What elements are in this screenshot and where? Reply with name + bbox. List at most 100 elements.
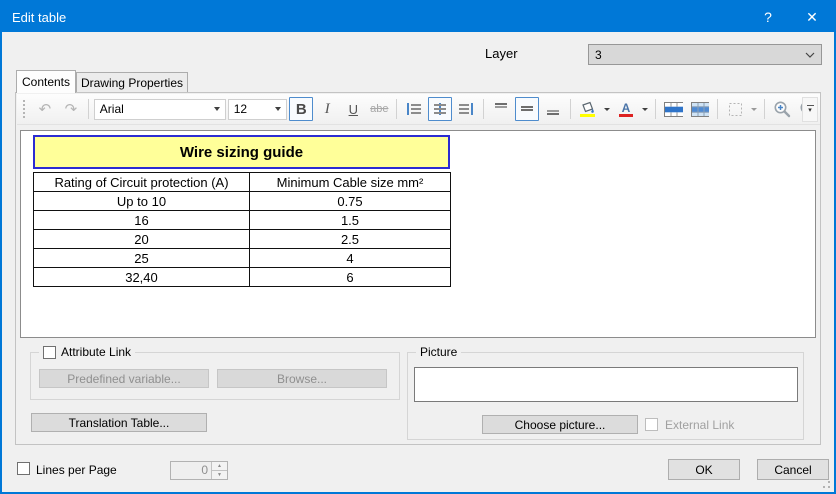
chevron-down-icon — [751, 108, 757, 111]
toolbar-separator — [396, 99, 397, 119]
font-size-select[interactable]: 12 — [228, 99, 288, 120]
align-right-icon — [458, 101, 474, 117]
toolbar-separator — [570, 99, 571, 119]
underline-button[interactable]: U — [341, 97, 365, 121]
table-edit-canvas[interactable]: Wire sizing guide Rating of Circuit prot… — [20, 130, 816, 338]
browse-button: Browse... — [217, 369, 387, 388]
redo-icon: ↷ — [65, 102, 78, 117]
align-left-icon — [406, 101, 422, 117]
tab-drawing-properties[interactable]: Drawing Properties — [76, 72, 188, 93]
table-cell[interactable]: 20 — [34, 230, 250, 249]
chevron-down-icon[interactable] — [604, 108, 610, 111]
table-cell[interactable]: 4 — [250, 249, 451, 268]
align-center-button[interactable] — [428, 97, 452, 121]
align-right-button[interactable] — [454, 97, 478, 121]
table-cell[interactable]: 25 — [34, 249, 250, 268]
table-cell[interactable]: 0.75 — [250, 192, 451, 211]
font-family-value: Arial — [95, 102, 211, 116]
chevron-down-icon — [275, 107, 281, 111]
table-cell[interactable]: 2.5 — [250, 230, 451, 249]
layer-value: 3 — [589, 48, 805, 62]
table-row: 20 2.5 — [34, 230, 451, 249]
wire-sizing-table: Rating of Circuit protection (A) Minimum… — [33, 172, 451, 287]
table-row: Up to 10 0.75 — [34, 192, 451, 211]
attribute-link-checkbox[interactable] — [43, 346, 56, 359]
italic-button[interactable]: I — [315, 97, 339, 121]
translation-table-button[interactable]: Translation Table... — [31, 413, 207, 432]
chevron-down-icon[interactable] — [642, 108, 648, 111]
attribute-link-group: Attribute Link Predefined variable... Br… — [30, 352, 400, 400]
attribute-link-label: Attribute Link — [61, 345, 131, 359]
picture-group: Picture Choose picture... External Link — [407, 352, 804, 440]
table-header-cell[interactable]: Minimum Cable size mm² — [250, 173, 451, 192]
align-left-button[interactable] — [402, 97, 426, 121]
toolbar-separator — [717, 99, 718, 119]
table-title-cell[interactable]: Wire sizing guide — [33, 135, 450, 169]
fill-color-button[interactable] — [576, 97, 600, 121]
choose-picture-button[interactable]: Choose picture... — [482, 415, 638, 434]
zoom-in-button[interactable] — [770, 97, 794, 121]
toolbar-grip[interactable] — [23, 100, 27, 118]
text-color-button[interactable]: A — [614, 97, 638, 121]
svg-text:A: A — [622, 101, 631, 115]
table-row: 16 1.5 — [34, 211, 451, 230]
redo-button: ↷ — [59, 97, 83, 121]
lines-per-page-checkbox[interactable] — [17, 462, 30, 475]
tab-contents-label: Contents — [22, 75, 70, 89]
toolbar-separator — [88, 99, 89, 119]
attribute-link-legend: Attribute Link — [39, 345, 135, 359]
undo-icon: ↶ — [39, 102, 52, 117]
external-link-checkbox — [645, 418, 658, 431]
borders-button — [723, 97, 747, 121]
table-cell[interactable]: 32,40 — [34, 268, 250, 287]
predefined-variable-button: Predefined variable... — [39, 369, 209, 388]
picture-label: Picture — [420, 345, 457, 359]
chevron-down-icon — [214, 107, 220, 111]
undo-button: ↶ — [33, 97, 57, 121]
toolbar-separator — [655, 99, 656, 119]
table-cell[interactable]: 16 — [34, 211, 250, 230]
valign-middle-icon — [519, 101, 535, 117]
tab-drawing-properties-label: Drawing Properties — [81, 76, 183, 90]
toolbar-separator — [764, 99, 765, 119]
table-row: 32,40 6 — [34, 268, 451, 287]
layer-select[interactable]: 3 — [588, 44, 822, 65]
merge-cells-button[interactable] — [661, 97, 686, 121]
borders-icon — [728, 102, 743, 117]
picture-legend: Picture — [416, 345, 461, 359]
bold-button[interactable]: B — [289, 97, 313, 121]
picture-path-field[interactable] — [414, 367, 798, 402]
cancel-button[interactable]: Cancel — [757, 459, 829, 480]
table-cell[interactable]: 6 — [250, 268, 451, 287]
titlebar: Edit table ? ✕ — [2, 2, 834, 32]
split-cells-button[interactable] — [688, 97, 713, 121]
merge-cells-icon — [664, 102, 683, 117]
table-header-cell[interactable]: Rating of Circuit protection (A) — [34, 173, 250, 192]
valign-bottom-button[interactable] — [541, 97, 565, 121]
tab-contents[interactable]: Contents — [16, 70, 76, 93]
close-button[interactable]: ✕ — [790, 2, 834, 32]
lines-per-page-spinner: 0 ▲ ▼ — [170, 461, 228, 480]
ok-button[interactable]: OK — [668, 459, 740, 480]
toolbar-separator — [483, 99, 484, 119]
table-row: 25 4 — [34, 249, 451, 268]
split-cells-icon — [691, 102, 710, 117]
table-cell[interactable]: 1.5 — [250, 211, 451, 230]
lines-per-page-label: Lines per Page — [36, 463, 117, 477]
spinner-up-icon: ▲ — [212, 462, 227, 471]
valign-bottom-icon — [545, 101, 561, 117]
external-link-label: External Link — [665, 418, 734, 432]
help-button[interactable]: ? — [746, 2, 790, 32]
format-toolbar: ↶ ↷ Arial 12 B I U abe — [17, 94, 820, 125]
toolbar-overflow-button[interactable]: ▾ — [802, 97, 818, 122]
valign-middle-button[interactable] — [515, 97, 539, 121]
valign-top-icon — [493, 101, 509, 117]
valign-top-button[interactable] — [489, 97, 513, 121]
font-color-icon: A — [618, 101, 634, 118]
table-cell[interactable]: Up to 10 — [34, 192, 250, 211]
spinner-down-icon: ▼ — [212, 471, 227, 479]
zoom-in-icon — [773, 100, 791, 119]
window-title: Edit table — [2, 10, 746, 25]
font-family-select[interactable]: Arial — [94, 99, 226, 120]
resize-grip[interactable] — [821, 479, 831, 489]
